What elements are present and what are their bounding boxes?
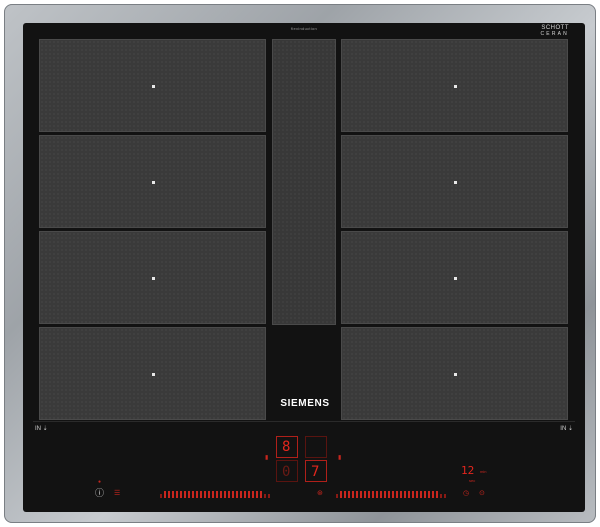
cooking-zone-left-2[interactable] <box>39 135 266 228</box>
flexinduction-label: flexinduction <box>290 26 318 31</box>
zone-display-bottom-right[interactable]: 7 <box>305 460 327 482</box>
menu-icon[interactable]: ☰ <box>114 490 120 498</box>
flex-icon: ⇣ <box>42 426 48 432</box>
cooking-zone-right-2[interactable] <box>341 135 568 228</box>
flex-zone-indicator-right: IN ⇣ <box>560 425 573 432</box>
right-power-level-slider[interactable] <box>336 491 446 498</box>
siemens-logo: SIEMENS <box>280 398 330 409</box>
timer-display: 12 <box>461 464 475 477</box>
timer-sub-label: sec <box>469 478 476 483</box>
cooking-zone-right-4[interactable] <box>341 327 568 420</box>
flex-icon: ⇣ <box>567 426 573 432</box>
zone-select-right-icon[interactable]: ▮ <box>338 454 341 462</box>
zone-center-mark <box>454 277 457 280</box>
in-label-right: IN <box>560 426 567 432</box>
cooking-zone-left-1[interactable] <box>39 39 266 132</box>
power-level-digit: 8 <box>282 439 291 455</box>
cooking-zone-left-4[interactable] <box>39 327 266 420</box>
cooking-zone-right-1[interactable] <box>341 39 568 132</box>
zone-select-left-icon[interactable]: ▮ <box>265 454 268 462</box>
ceramic-glass-surface: flexinduction SCHOTT CERAN SIEMENS IN ⇣ … <box>23 23 585 512</box>
zone-display-top-right[interactable] <box>305 436 327 458</box>
timer-icon[interactable]: ◷ <box>463 490 469 498</box>
clock-icon[interactable]: ⊙ <box>479 490 485 498</box>
zone-display-bottom-left[interactable]: 0 <box>276 460 298 482</box>
in-label-left: IN <box>35 426 41 432</box>
flex-zone-indicator-left: IN ⇣ <box>35 425 48 432</box>
timer-unit-label: min <box>480 469 487 474</box>
zone-center-mark <box>152 373 155 376</box>
left-power-level-slider[interactable] <box>160 491 270 498</box>
zone-center-mark <box>152 85 155 88</box>
schott-ceran-logo: SCHOTT CERAN <box>540 25 569 37</box>
zone-center-mark <box>152 277 155 280</box>
cooking-zone-left-3[interactable] <box>39 231 266 324</box>
power-level-digit: 7 <box>311 464 320 480</box>
power-icon[interactable]: ⓘ <box>95 489 104 498</box>
power-level-digit-dim: 0 <box>282 464 291 480</box>
zone-center-mark <box>454 85 457 88</box>
ceran-text: CERAN <box>540 31 569 37</box>
zone-center-mark <box>152 181 155 184</box>
power-indicator-led: ● <box>98 479 102 485</box>
divider <box>33 421 575 422</box>
cooking-zone-right-3[interactable] <box>341 231 568 324</box>
center-cooking-strip[interactable] <box>272 39 336 325</box>
boost-icon[interactable]: ⊛ <box>317 490 323 498</box>
zone-center-mark <box>454 373 457 376</box>
zone-center-mark <box>454 181 457 184</box>
zone-display-top-left[interactable]: 8 <box>276 436 298 458</box>
steel-frame: flexinduction SCHOTT CERAN SIEMENS IN ⇣ … <box>4 4 596 523</box>
